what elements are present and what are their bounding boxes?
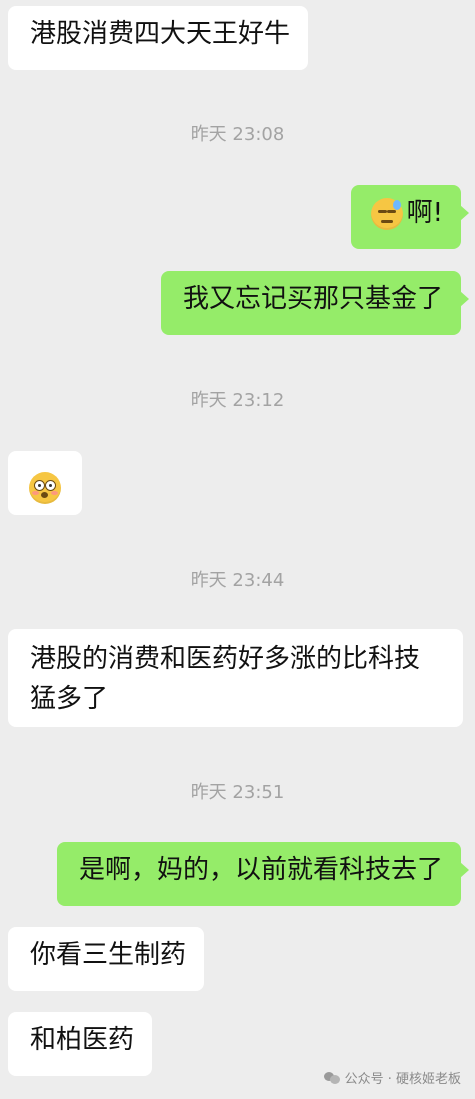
timestamp: 昨天 23:51	[190, 782, 285, 803]
message-text: 你看三生制药	[30, 940, 187, 970]
wechat-official-account-icon	[323, 1071, 340, 1084]
message-bubble-sent[interactable]: 啊!	[350, 185, 470, 249]
message-bubble-received[interactable]: 和柏医药	[8, 1012, 153, 1076]
message-bubble-sent[interactable]: 我又忘记买那只基金了	[160, 271, 470, 335]
message-text: 港股的消费和医药好多涨的比科技猛多了	[30, 644, 421, 714]
sleepy-sweat-face-icon	[370, 197, 403, 230]
timestamp: 昨天 23:44	[190, 570, 285, 591]
message-bubble-received[interactable]: 港股消费四大天王好牛	[8, 6, 309, 70]
watermark: 公众号 · 硬核姬老板	[323, 1068, 461, 1087]
message-text: 是啊，妈的，以前就看科技去了	[78, 855, 443, 885]
message-text: 和柏医药	[30, 1025, 135, 1055]
message-text: 啊!	[406, 198, 443, 228]
timestamp: 昨天 23:08	[190, 124, 285, 145]
timestamp: 昨天 23:12	[190, 390, 285, 411]
watermark-text: 公众号 · 硬核姬老板	[344, 1072, 461, 1087]
message-text: 我又忘记买那只基金了	[182, 284, 443, 314]
message-bubble-received[interactable]	[8, 451, 82, 515]
message-bubble-received[interactable]: 你看三生制药	[8, 927, 205, 991]
flushed-face-icon	[29, 471, 61, 504]
message-text: 港股消费四大天王好牛	[30, 19, 291, 49]
message-bubble-sent[interactable]: 是啊，妈的，以前就看科技去了	[56, 842, 470, 906]
message-bubble-received[interactable]: 港股的消费和医药好多涨的比科技猛多了	[8, 629, 463, 727]
